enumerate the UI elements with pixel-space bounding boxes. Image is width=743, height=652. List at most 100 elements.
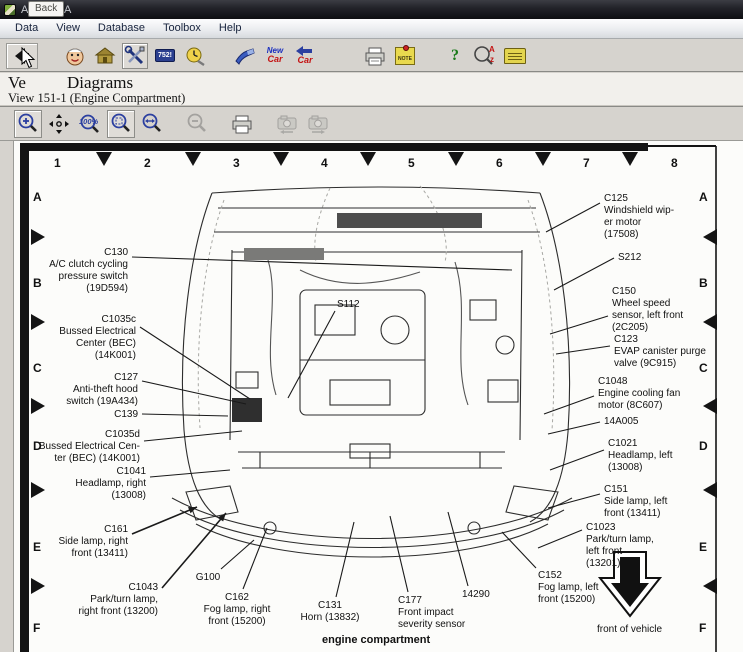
previous-image-button [273, 110, 301, 138]
grid-column-7: 7 [583, 156, 590, 170]
front-of-vehicle-label: front of vehicle [597, 624, 662, 635]
code-752-icon: 752! [155, 49, 175, 62]
grid-row-F-left: F [33, 621, 40, 635]
callout-C177: C177Front impactseverity sensor [398, 595, 465, 631]
callout-line: (13201) [586, 558, 654, 570]
repair-tools-button[interactable] [122, 43, 148, 69]
pan-arrows-icon [47, 112, 71, 136]
home-button[interactable] [92, 43, 118, 69]
zoom-width-button[interactable] [138, 110, 166, 138]
grid-row-E-left: E [33, 540, 41, 554]
callout-line: Anti-theft hood [66, 384, 138, 396]
callout-C127: C127Anti-theft hoodswitch (19A434) [66, 372, 138, 408]
callout-line: C1035c [59, 314, 136, 326]
pan-button[interactable] [45, 110, 73, 138]
zoom-100-button[interactable]: 100% [76, 110, 104, 138]
menu-view[interactable]: View [47, 20, 89, 37]
callout-line: switch (19A434) [66, 396, 138, 408]
menu-toolbox[interactable]: Toolbox [154, 20, 210, 37]
callout-line: Park/turn lamp, [586, 534, 654, 546]
menu-database[interactable]: Database [89, 20, 154, 37]
wrench-screwdriver-icon [124, 45, 146, 67]
view-title: View 151-1 (Engine Compartment) [8, 91, 185, 106]
callout-C152: C152Fog lamp, leftfront (15200) [538, 570, 599, 606]
callout-line: C1035d [39, 429, 140, 441]
svg-text:z: z [490, 55, 494, 64]
callout-14A005: 14A005 [604, 416, 638, 428]
fax-machine-icon [504, 48, 526, 64]
grid-column-1: 1 [54, 156, 61, 170]
tab-vehicle-partial[interactable]: Ve [8, 73, 26, 93]
help-question-icon: ? [451, 47, 459, 65]
code-752-button[interactable]: 752! [152, 43, 178, 69]
callout-line: er motor [604, 217, 674, 229]
callout-line: (19D594) [49, 283, 128, 295]
callout-C150: C150Wheel speedsensor, left front(2C205) [612, 286, 683, 334]
callout-S112: S112 [337, 299, 360, 311]
callout-line: Front impact [398, 607, 465, 619]
zoom-fit-button[interactable] [107, 110, 135, 138]
callout-C1035d: C1035dBussed Electrical Cen-ter (BEC) (1… [39, 429, 140, 465]
callout-line: C1043 [79, 582, 159, 594]
tab-row: Ve Diagrams [0, 73, 743, 92]
callout-line: EVAP canister purge [614, 346, 706, 358]
callout-line: G100 [196, 572, 220, 584]
new-car-icon: New Car [267, 47, 283, 64]
callout-C162: C162Fog lamp, rightfront (15200) [204, 592, 271, 628]
callout-line: front (15200) [204, 616, 271, 628]
previous-car-button[interactable]: Car [292, 43, 318, 69]
callout-line: C1023 [586, 522, 654, 534]
callout-line: A/C clutch cycling [49, 259, 128, 271]
diagram-toolbar: 100% [0, 106, 743, 141]
grid-row-F-right: F [699, 621, 706, 635]
print-button[interactable] [362, 43, 388, 69]
callout-C1035c: C1035cBussed ElectricalCenter (BEC)(14K0… [59, 314, 136, 362]
callout-line: Center (BEC) [59, 338, 136, 350]
callout-line: Bussed Electrical Cen- [39, 441, 140, 453]
diagram-caption: engine compartment [322, 634, 430, 646]
mouse-cursor [21, 47, 37, 69]
labor-guide-button[interactable] [232, 43, 258, 69]
grid-row-A-right: A [699, 190, 708, 204]
notes-button[interactable]: NOTE [392, 43, 418, 69]
callout-S212: S212 [618, 252, 641, 264]
callout-14290: 14290 [462, 589, 490, 601]
grid-column-8: 8 [671, 156, 678, 170]
callout-line: C152 [538, 570, 599, 582]
callout-line: ter (BEC) (14K001) [39, 453, 140, 465]
callout-line: Park/turn lamp, [79, 594, 159, 606]
notes-icon: NOTE [395, 47, 415, 65]
search-az-button[interactable]: A z [472, 43, 498, 69]
callout-C1041: C1041Headlamp, right(13008) [75, 466, 146, 502]
callout-G100: G100 [196, 572, 220, 584]
zoom-out-icon [185, 112, 209, 136]
callout-line: front (15200) [538, 594, 599, 606]
new-car-button[interactable]: New Car [262, 43, 288, 69]
callout-C130: C130A/C clutch cyclingpressure switch(19… [49, 247, 128, 295]
callout-line: C131 [301, 600, 360, 612]
callout-line: front (13411) [604, 508, 667, 520]
callout-line: (2C205) [612, 322, 683, 334]
callout-line: Headlamp, right [75, 478, 146, 490]
help-button[interactable]: ? [442, 43, 468, 69]
service-schedule-button[interactable] [182, 43, 208, 69]
assistant-face-icon-button[interactable] [62, 43, 88, 69]
clock-tools-icon [184, 45, 206, 67]
tab-diagrams[interactable]: Diagrams [67, 73, 133, 93]
callout-line: Horn (13832) [301, 612, 360, 624]
hand-tool-icon [233, 45, 257, 67]
zoom-in-button[interactable] [14, 110, 42, 138]
grid-row-B-left: B [33, 276, 42, 290]
callout-line: (13008) [608, 462, 672, 474]
fax-list-button[interactable] [502, 43, 528, 69]
diagram-print-button[interactable] [228, 110, 256, 138]
menu-data[interactable]: Data [6, 20, 47, 37]
callout-C1021: C1021Headlamp, left(13008) [608, 438, 672, 474]
grid-row-E-right: E [699, 540, 707, 554]
svg-text:A: A [489, 45, 495, 54]
callout-line: C151 [604, 484, 667, 496]
menu-help[interactable]: Help [210, 20, 251, 37]
callout-C1023: C1023Park/turn lamp,left front(13201) [586, 522, 654, 570]
callout-line: severity sensor [398, 619, 465, 631]
callout-C1048: C1048Engine cooling fanmotor (8C607) [598, 376, 680, 412]
